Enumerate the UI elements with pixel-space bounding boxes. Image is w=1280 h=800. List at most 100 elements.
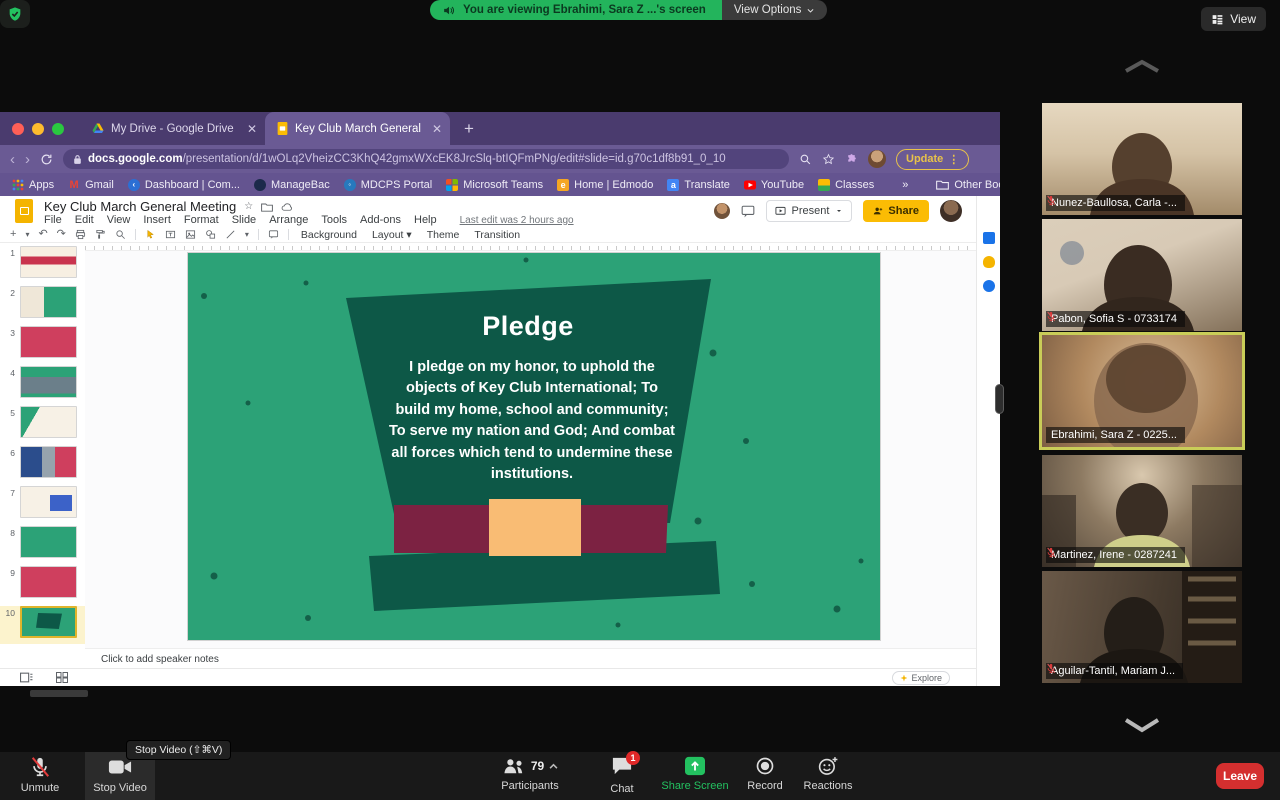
menu-help[interactable]: Help xyxy=(414,214,437,226)
menu-tools[interactable]: Tools xyxy=(321,214,347,226)
slide-body-text[interactable]: I pledge on my honor, to uphold the obje… xyxy=(356,357,708,486)
unmute-button[interactable]: Unmute xyxy=(10,756,70,794)
select-cursor-button[interactable] xyxy=(145,229,156,240)
menu-file[interactable]: File xyxy=(44,214,62,226)
chat-button[interactable]: 1 Chat xyxy=(597,751,647,795)
participant-tile-ebrahimi-active-speaker[interactable]: Ebrahimi, Sara Z - 0225... xyxy=(1042,335,1242,447)
present-dropdown-icon[interactable] xyxy=(835,207,843,215)
bookmark-classes[interactable]: Classes xyxy=(818,178,874,191)
calendar-icon[interactable] xyxy=(982,232,995,244)
bookmark-edmodo[interactable]: e Home | Edmodo xyxy=(557,178,653,191)
insert-image-button[interactable] xyxy=(185,229,196,240)
menu-insert[interactable]: Insert xyxy=(143,214,171,226)
tasks-icon[interactable] xyxy=(982,280,995,292)
comment-icon[interactable] xyxy=(741,205,755,218)
menu-arrange[interactable]: Arrange xyxy=(269,214,308,226)
text-box-button[interactable] xyxy=(165,229,176,240)
insert-shape-button[interactable] xyxy=(205,229,216,240)
slide-thumbnail-8[interactable]: 8 xyxy=(0,526,85,564)
bookmark-managebac[interactable]: ManageBac xyxy=(254,178,330,191)
leave-meeting-button[interactable]: Leave xyxy=(1216,763,1264,789)
layout-button[interactable]: Layout ▾ xyxy=(369,229,415,241)
slide-thumbnail-6[interactable]: 6 xyxy=(0,446,85,484)
move-folder-icon[interactable] xyxy=(261,202,274,212)
bookmark-translate[interactable]: a Translate xyxy=(667,178,730,191)
present-button[interactable]: Present xyxy=(765,200,853,222)
participant-tile-aguilar-tantil[interactable]: Aguilar-Tantil, Mariam J... xyxy=(1042,571,1242,683)
tab-my-drive[interactable]: My Drive - Google Drive ✕ xyxy=(80,112,265,145)
share-button[interactable]: Share xyxy=(863,200,929,222)
search-icon[interactable] xyxy=(799,153,812,166)
insert-comment-button[interactable] xyxy=(268,229,279,240)
new-slide-button[interactable]: + xyxy=(10,229,16,240)
close-window-button[interactable] xyxy=(12,122,24,135)
participant-tile-nunez-baullosa[interactable]: Nunez-Baullosa, Carla -... xyxy=(1042,103,1242,215)
slide-thumbnail-4[interactable]: 4 xyxy=(0,366,85,404)
forward-button[interactable]: › xyxy=(25,152,30,167)
back-button[interactable]: ‹ xyxy=(10,152,15,167)
slide-thumbnail-1[interactable]: 1 xyxy=(0,246,85,284)
filmstrip-view-icon[interactable] xyxy=(20,672,33,683)
record-button[interactable]: Record xyxy=(740,756,790,792)
refresh-button[interactable] xyxy=(40,153,53,166)
share-screen-button[interactable]: Share Screen xyxy=(655,756,735,792)
grid-view-icon[interactable] xyxy=(56,672,68,683)
menu-slide[interactable]: Slide xyxy=(232,214,256,226)
speaker-notes-area[interactable]: Click to add speaker notes xyxy=(85,648,976,668)
slide-thumbnail-10-active[interactable]: 10 xyxy=(0,606,85,644)
new-tab-button[interactable]: + xyxy=(464,119,474,139)
redo-button[interactable]: ↷ xyxy=(57,229,66,240)
chrome-update-button[interactable]: Update ⋮ xyxy=(896,148,970,170)
minimize-window-button[interactable] xyxy=(32,122,44,135)
presence-avatar[interactable] xyxy=(713,203,730,219)
gallery-scroll-down-icon[interactable] xyxy=(1122,716,1162,734)
tab-key-club-presentation[interactable]: Key Club March General Meeti ✕ xyxy=(265,112,450,145)
slide-thumbnail-2[interactable]: 2 xyxy=(0,286,85,324)
bookmark-mdcps-portal[interactable]: ◦ MDCPS Portal xyxy=(343,178,432,191)
insert-line-button[interactable] xyxy=(225,229,236,240)
undo-button[interactable]: ↶ xyxy=(38,229,47,240)
bookmarks-overflow-chevron[interactable]: » xyxy=(902,179,908,191)
slide-thumbnail-3[interactable]: 3 xyxy=(0,326,85,364)
tab-close-icon[interactable]: ✕ xyxy=(432,122,442,136)
background-button[interactable]: Background xyxy=(298,229,360,241)
panel-resize-handle[interactable] xyxy=(995,384,1004,414)
gallery-scroll-up-icon[interactable] xyxy=(1122,58,1162,74)
bookmark-youtube[interactable]: YouTube xyxy=(743,179,804,191)
participant-tile-martinez[interactable]: Martinez, Irene - 0287241 xyxy=(1042,455,1242,567)
print-button[interactable] xyxy=(75,229,86,240)
tab-close-icon[interactable]: ✕ xyxy=(247,122,257,136)
participant-tile-pabon[interactable]: Pabon, Sofia S - 0733174 xyxy=(1042,219,1242,331)
menu-format[interactable]: Format xyxy=(184,214,219,226)
view-layout-button[interactable]: View xyxy=(1201,7,1266,31)
slide-title[interactable]: Pledge xyxy=(328,311,728,342)
stop-video-button[interactable]: Stop Video xyxy=(88,756,152,794)
bookmark-microsoft-teams[interactable]: Microsoft Teams xyxy=(446,178,543,191)
bookmark-apps[interactable]: Apps xyxy=(12,179,54,191)
slide-thumbnail-7[interactable]: 7 xyxy=(0,486,85,524)
address-bar[interactable]: docs.google.com/presentation/d/1wOLq2Vhe… xyxy=(63,149,789,169)
document-title[interactable]: Key Club March General Meeting xyxy=(44,199,236,214)
slide-thumbnail-9[interactable]: 9 xyxy=(0,566,85,604)
meeting-security-badge[interactable] xyxy=(0,0,30,28)
view-options-button[interactable]: View Options xyxy=(721,0,828,20)
keep-icon[interactable] xyxy=(982,256,995,268)
google-slides-logo-icon[interactable] xyxy=(15,199,33,223)
account-avatar[interactable] xyxy=(940,200,962,222)
last-edit-link[interactable]: Last edit was 2 hours ago xyxy=(460,215,574,226)
bookmark-star-icon[interactable] xyxy=(822,153,835,166)
explore-button[interactable]: Explore xyxy=(892,671,950,685)
new-slide-dropdown-icon[interactable]: ▾ xyxy=(25,230,29,239)
reactions-button[interactable]: Reactions xyxy=(798,756,858,792)
zoom-tool-button[interactable] xyxy=(115,229,126,240)
cloud-status-icon[interactable] xyxy=(281,202,294,212)
other-bookmarks-button[interactable]: Other Bookmarks xyxy=(936,179,1000,191)
bookmark-dashboard[interactable]: ‹ Dashboard | Com... xyxy=(127,178,240,191)
menu-view[interactable]: View xyxy=(107,214,131,226)
transition-button[interactable]: Transition xyxy=(471,229,523,241)
menu-edit[interactable]: Edit xyxy=(75,214,94,226)
participants-chevron[interactable] xyxy=(549,763,558,769)
paint-format-button[interactable] xyxy=(95,229,106,240)
participants-button[interactable]: 79 Participants xyxy=(490,756,570,792)
bookmark-gmail[interactable]: M Gmail xyxy=(68,179,113,191)
